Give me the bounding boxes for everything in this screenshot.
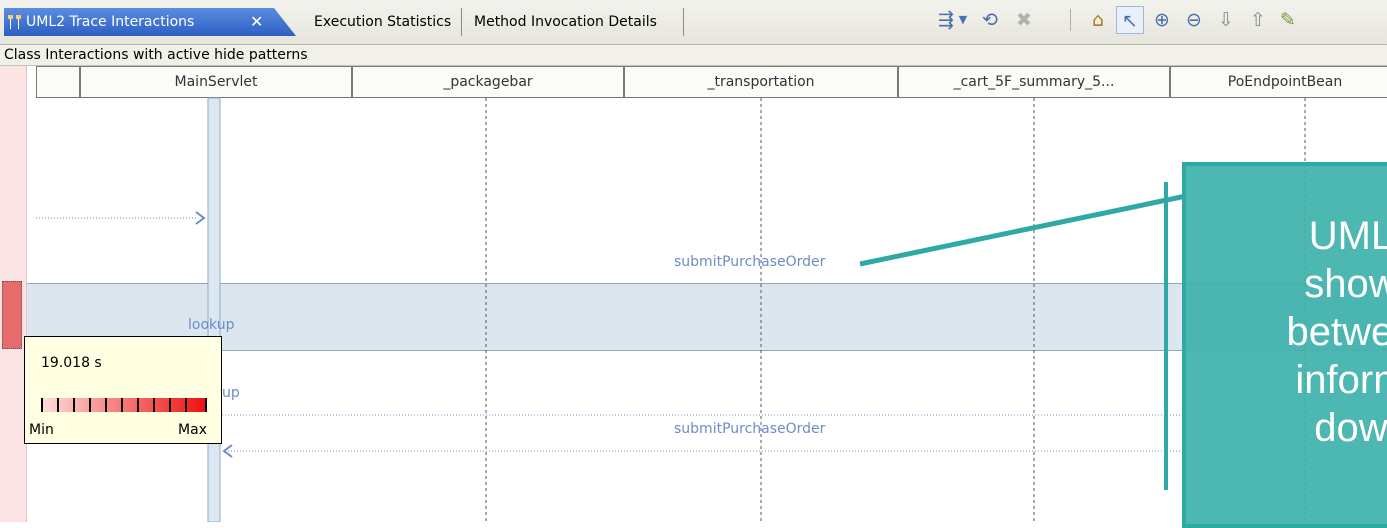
callout-leader-layer <box>859 182 1187 490</box>
callout-line-2: show <box>1304 262 1387 306</box>
annotation-callout: UML show betwee inform dow <box>1182 162 1387 528</box>
callout-text: UML show betwee inform dow <box>1186 212 1387 452</box>
callout-line-3: betwee <box>1286 310 1387 354</box>
callout-line-4: inform <box>1295 358 1387 402</box>
callout-pointer-line <box>859 193 1187 267</box>
callout-line-1: UML <box>1308 214 1387 258</box>
callout-line-5: dow <box>1314 406 1387 450</box>
